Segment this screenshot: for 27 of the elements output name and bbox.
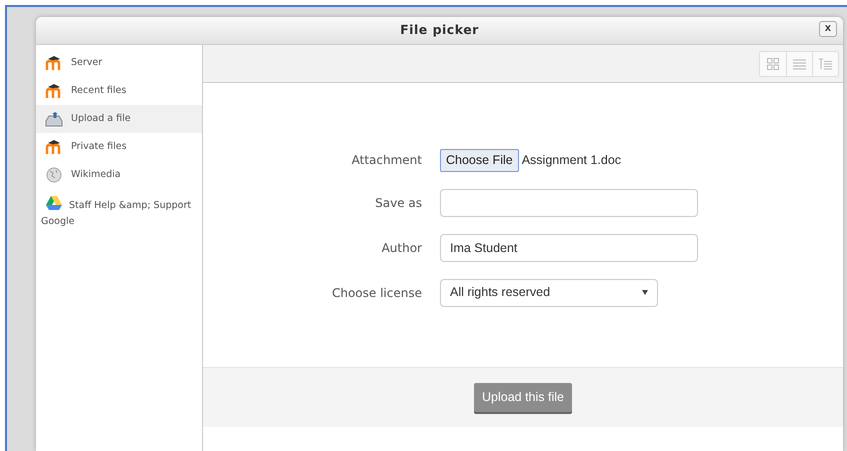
mortarboard-m-icon	[45, 139, 63, 155]
sidebar-item[interactable]: Upload a file	[36, 105, 202, 133]
field-label: Author	[380, 240, 423, 257]
globe-icon	[45, 167, 63, 183]
triangle-drive-icon	[45, 195, 63, 211]
file-name: Assignment 1.doc	[522, 152, 622, 169]
caret-icon	[642, 290, 648, 296]
sidebar-item[interactable]: Wikimedia	[36, 161, 202, 189]
field-label: Attachment	[350, 152, 423, 170]
author-field[interactable]: Ima Student	[440, 234, 698, 262]
sidebar-item[interactable]: Private files	[36, 133, 202, 161]
field-label: Save as	[374, 194, 423, 212]
sidebar-item[interactable]: Staff Help &amp; Support Google	[36, 189, 202, 236]
field-label: Choose license	[330, 284, 423, 302]
choose-file-button[interactable]: Choose File	[440, 149, 519, 172]
close-button[interactable]: x	[818, 21, 837, 37]
tree-list-icon	[819, 58, 832, 70]
mortarboard-m-icon	[45, 55, 63, 71]
license-dropdown[interactable]: All rights reserved	[440, 278, 658, 307]
list-icon	[793, 58, 806, 70]
mortarboard-m-icon	[45, 83, 63, 99]
sidebar-item[interactable]: Recent files	[36, 77, 202, 105]
save-as-field[interactable]	[440, 188, 698, 217]
grid-icon	[767, 58, 779, 70]
dialog-title: File picker	[400, 21, 479, 40]
sidebar-item[interactable]: Server	[36, 49, 202, 77]
upload-tray-icon	[45, 111, 63, 127]
